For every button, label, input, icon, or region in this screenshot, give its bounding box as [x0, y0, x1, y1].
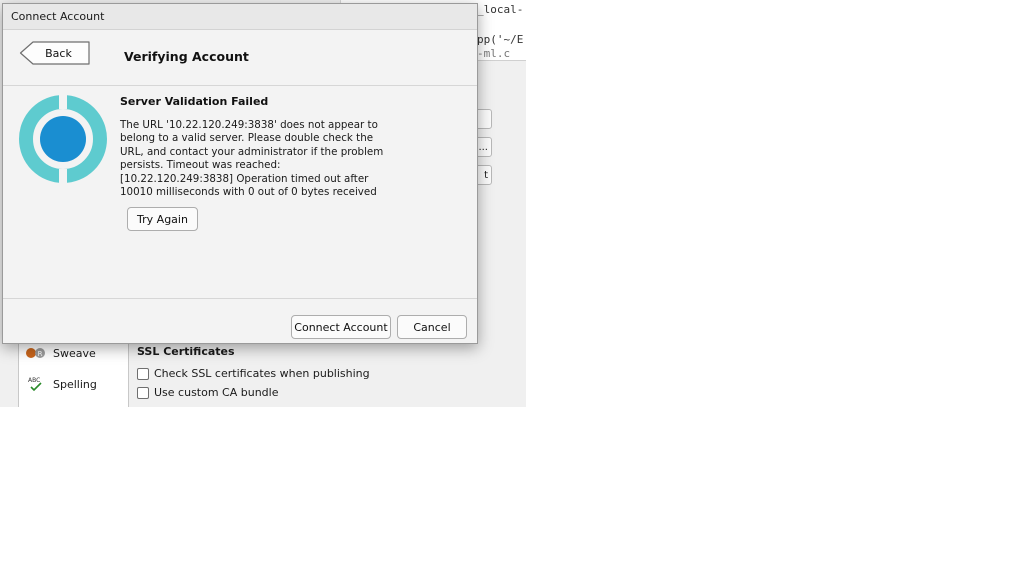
editor-line: pp('~/E [477, 33, 524, 46]
dialog-title: Connect Account [11, 10, 105, 23]
error-message: The URL '10.22.120.249:3838' does not ap… [120, 119, 384, 199]
options-sidebar: R Sweave ABC Spelling [18, 340, 129, 407]
sidebar-item-sweave[interactable]: R Sweave [25, 343, 96, 363]
dialog-footer: Connect Account Cancel [3, 299, 477, 344]
sweave-icon: R [25, 345, 47, 361]
checkbox[interactable] [137, 367, 149, 380]
checkbox[interactable] [137, 386, 149, 399]
editor-line: _local- [477, 3, 524, 16]
connect-account-dialog: Connect Account Back Verifying Account S… [2, 3, 478, 344]
svg-text:R: R [38, 350, 43, 358]
error-title: Server Validation Failed [120, 95, 269, 108]
sidebar-item-label: Spelling [53, 377, 97, 391]
dialog-content: Server Validation Failed The URL '10.22.… [3, 86, 477, 299]
dialog-titlebar[interactable]: Connect Account [3, 4, 477, 30]
ca-bundle-row[interactable]: Use custom CA bundle [137, 386, 279, 399]
try-again-button[interactable]: Try Again [127, 207, 198, 231]
connect-account-button[interactable]: Connect Account [291, 315, 391, 339]
checkbox-label: Use custom CA bundle [154, 386, 279, 399]
sidebar-item-label: Sweave [53, 346, 96, 360]
checkbox-label: Check SSL certificates when publishing [154, 367, 370, 380]
back-button[interactable]: Back [21, 42, 88, 64]
spelling-icon: ABC [25, 376, 47, 392]
editor-line: -ml.c [477, 47, 511, 60]
sidebar-item-spelling[interactable]: ABC Spelling [25, 374, 97, 394]
ssl-check-row[interactable]: Check SSL certificates when publishing [137, 367, 370, 380]
svg-text:ABC: ABC [28, 377, 40, 384]
rstudio-connect-logo-icon [19, 95, 107, 183]
ssl-heading: SSL Certificates [137, 345, 235, 358]
cancel-button[interactable]: Cancel [397, 315, 467, 339]
dialog-header: Back Verifying Account [3, 30, 477, 86]
ssl-settings: SSL Certificates Check SSL certificates … [137, 340, 517, 407]
dialog-heading: Verifying Account [124, 49, 249, 64]
